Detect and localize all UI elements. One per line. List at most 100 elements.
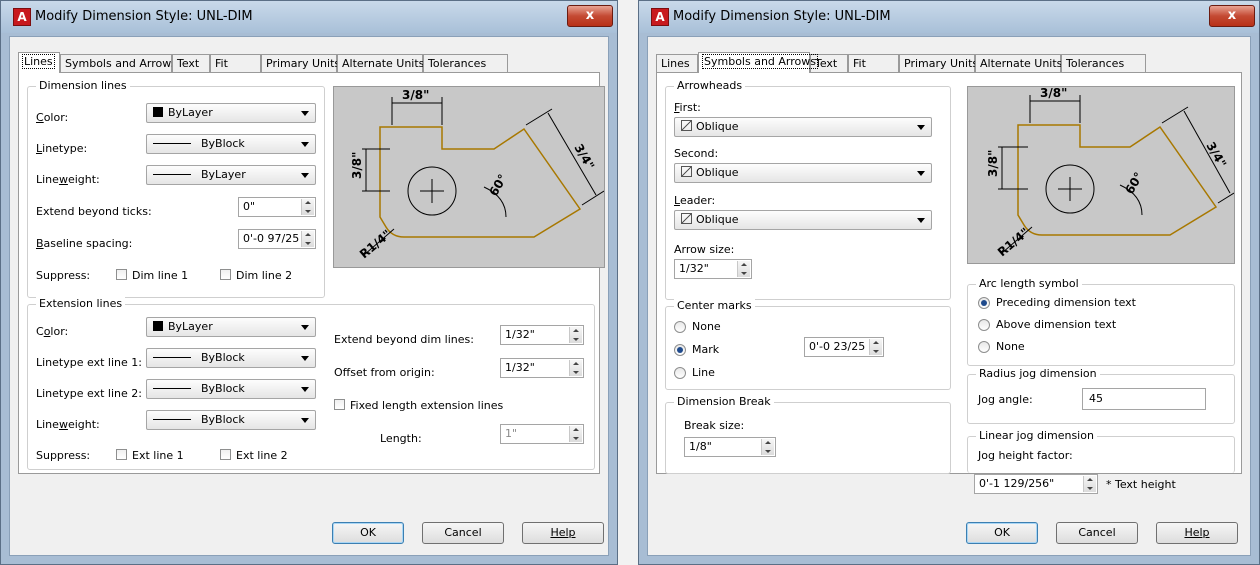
baseline-spinner[interactable]: 0'-0 97/25 — [238, 229, 316, 249]
tab-lines[interactable]: Lines — [656, 54, 698, 72]
spinner-arrows-icon[interactable] — [1083, 476, 1096, 492]
first-arrow-select[interactable]: Oblique — [674, 117, 932, 137]
break-size-label: Break size: — [684, 419, 745, 432]
arc-preceding-label[interactable]: Preceding dimension text — [996, 296, 1136, 309]
dim-line-2-checkbox[interactable] — [220, 269, 231, 280]
oblique-arrow-icon — [681, 166, 692, 177]
arrow-size-spinner[interactable]: 1/32" — [674, 259, 752, 279]
cancel-button[interactable]: Cancel — [422, 522, 504, 544]
jog-height-spinner[interactable]: 0'-1 129/256" — [974, 474, 1098, 494]
title-bar[interactable]: A Modify Dimension Style: UNL-DIM x — [1, 1, 617, 33]
dialog-client: Lines Symbols and Arrows Text Fit Primar… — [9, 36, 609, 556]
preview-drawing: 3/8" 3/8" 3/4" 60° R1/4" — [986, 86, 1235, 259]
center-none-label[interactable]: None — [692, 320, 721, 333]
group-title: Linear jog dimension — [976, 429, 1097, 442]
center-mark-label[interactable]: Mark — [692, 343, 719, 356]
ok-button[interactable]: OK — [966, 522, 1038, 544]
tab-symbols-arrows[interactable]: Symbols and Arrows — [60, 54, 177, 72]
ok-button[interactable]: OK — [332, 522, 404, 544]
arc-none-label[interactable]: None — [996, 340, 1025, 353]
tab-fit[interactable]: Fit — [848, 54, 899, 72]
dimension-preview: 3/8" 3/8" 3/4" 60° R1/4" — [333, 86, 605, 268]
center-line-label[interactable]: Line — [692, 366, 715, 379]
leader-arrow-select[interactable]: Oblique — [674, 210, 932, 230]
tab-text[interactable]: Text — [172, 54, 210, 72]
linetype-label: Linetype: — [36, 142, 88, 155]
tab-tolerances[interactable]: Tolerances — [423, 54, 508, 72]
spinner-arrows-icon[interactable] — [301, 199, 314, 215]
dimension-lines-group: Dimension lines Color: ByLayer Linetype:… — [27, 79, 325, 298]
break-size-spinner[interactable]: 1/8" — [684, 437, 776, 457]
ext-line-1-checkbox[interactable] — [116, 449, 127, 460]
dim-line-1-label[interactable]: Dim line 1 — [132, 269, 188, 282]
help-button[interactable]: Help — [1156, 522, 1238, 544]
tab-primary-units[interactable]: Primary Units — [261, 54, 340, 72]
arc-above-radio[interactable] — [978, 319, 990, 331]
arc-length-group: Arc length symbol Preceding dimension te… — [967, 277, 1235, 366]
ext-color-label: Color: — [36, 325, 69, 338]
ext-color-select[interactable]: ByLayer — [146, 317, 316, 337]
group-title: Center marks — [674, 299, 755, 312]
help-button[interactable]: Help — [522, 522, 604, 544]
tab-fit[interactable]: Fit — [210, 54, 261, 72]
center-size-spinner[interactable]: 0'-0 23/25 — [804, 337, 884, 357]
tab-alternate-units[interactable]: Alternate Units — [337, 54, 424, 72]
extend-dim-lines-spinner[interactable]: 1/32" — [500, 325, 584, 345]
tab-tolerances[interactable]: Tolerances — [1061, 54, 1146, 72]
chevron-down-icon — [917, 218, 925, 223]
tab-primary-units[interactable]: Primary Units — [899, 54, 978, 72]
close-button[interactable]: x — [567, 5, 613, 27]
dimension-preview: 3/8" 3/8" 3/4" 60° R1/4" — [967, 86, 1235, 264]
group-title: Arc length symbol — [976, 277, 1082, 290]
tab-symbols-arrows[interactable]: Symbols and Arrows — [698, 52, 818, 73]
ext-line-2-label[interactable]: Ext line 2 — [236, 449, 288, 462]
chevron-down-icon — [301, 173, 309, 178]
chevron-down-icon — [917, 125, 925, 130]
length-spinner[interactable]: 1" — [500, 424, 584, 444]
preview-right-dim: 3/4" — [1203, 140, 1229, 171]
chevron-down-icon — [301, 142, 309, 147]
second-arrow-select[interactable]: Oblique — [674, 163, 932, 183]
ext-line-1-label[interactable]: Ext line 1 — [132, 449, 184, 462]
group-title: Radius jog dimension — [976, 367, 1100, 380]
extend-ticks-spinner[interactable]: 0" — [238, 197, 316, 217]
spinner-arrows-icon[interactable] — [869, 339, 882, 355]
ext-line-2-checkbox[interactable] — [220, 449, 231, 460]
jog-angle-input[interactable]: 45 — [1082, 388, 1206, 410]
fixed-length-label[interactable]: Fixed length extension lines — [350, 399, 503, 412]
dim-line-2-label[interactable]: Dim line 2 — [236, 269, 292, 282]
title-bar[interactable]: A Modify Dimension Style: UNL-DIM x — [639, 1, 1259, 33]
radius-jog-group: Radius jog dimension Jog angle: 45 — [967, 367, 1235, 424]
ext-linetype-2-select[interactable]: ByBlock — [146, 379, 316, 399]
window-title: Modify Dimension Style: UNL-DIM — [673, 9, 891, 24]
spinner-arrows-icon[interactable] — [569, 327, 582, 343]
arc-preceding-radio[interactable] — [978, 297, 990, 309]
tab-alternate-units[interactable]: Alternate Units — [975, 54, 1062, 72]
ext-lineweight-select[interactable]: ByBlock — [146, 410, 316, 430]
fixed-length-checkbox[interactable] — [334, 399, 345, 410]
spinner-arrows-icon[interactable] — [569, 426, 582, 442]
spinner-arrows-icon[interactable] — [569, 360, 582, 376]
spinner-arrows-icon[interactable] — [737, 261, 750, 277]
center-line-radio[interactable] — [674, 367, 686, 379]
spinner-arrows-icon[interactable] — [761, 439, 774, 455]
window-title: Modify Dimension Style: UNL-DIM — [35, 9, 253, 24]
center-mark-radio[interactable] — [674, 344, 686, 356]
spinner-arrows-icon[interactable] — [301, 231, 314, 247]
color-swatch — [153, 107, 163, 117]
arc-above-label[interactable]: Above dimension text — [996, 318, 1116, 331]
tab-lines[interactable]: Lines — [18, 52, 60, 73]
offset-origin-spinner[interactable]: 1/32" — [500, 358, 584, 378]
group-title: Extension lines — [36, 297, 126, 310]
arc-none-radio[interactable] — [978, 341, 990, 353]
dim-line-1-checkbox[interactable] — [116, 269, 127, 280]
cancel-button[interactable]: Cancel — [1056, 522, 1138, 544]
dim-linetype-select[interactable]: ByBlock — [146, 134, 316, 154]
center-none-radio[interactable] — [674, 321, 686, 333]
ext-linetype-1-label: Linetype ext line 1: — [36, 356, 142, 369]
dim-color-select[interactable]: ByLayer — [146, 103, 316, 123]
ext-linetype-1-select[interactable]: ByBlock — [146, 348, 316, 368]
close-button[interactable]: x — [1209, 5, 1255, 27]
dim-lineweight-select[interactable]: ByLayer — [146, 165, 316, 185]
preview-angle: 60° — [1122, 170, 1145, 197]
